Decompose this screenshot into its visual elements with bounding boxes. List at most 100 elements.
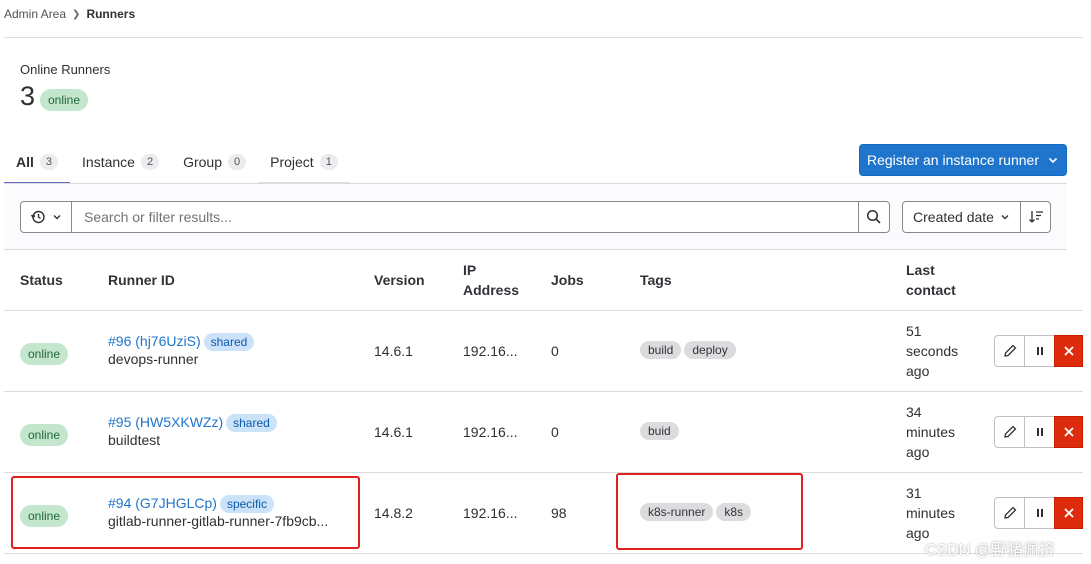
sort-label: Created date (913, 209, 994, 225)
runner-version: 14.6.1 (374, 424, 413, 440)
runner-type-tabs: All 3 Instance 2 Group 0 Project 1 (4, 142, 350, 184)
breadcrumb-runners[interactable]: Runners (86, 7, 135, 21)
breadcrumb-admin-area[interactable]: Admin Area (4, 7, 66, 21)
runner-link[interactable]: #96 (hj76UziS) (108, 333, 201, 349)
runner-jobs: 98 (551, 505, 567, 521)
tab-group[interactable]: Group 0 (171, 142, 258, 184)
pencil-icon (1003, 344, 1016, 357)
runner-description: devops-runner (108, 351, 199, 367)
tab-instance-label: Instance (82, 154, 135, 170)
sort-direction-button[interactable] (1020, 201, 1051, 233)
header-last-contact: Last contact (906, 260, 956, 300)
tag-badge: build (640, 341, 682, 359)
edit-runner-button[interactable] (994, 497, 1025, 529)
last-contact: 31 minutes ago (906, 483, 976, 543)
tab-group-count: 0 (228, 154, 247, 170)
delete-runner-button[interactable] (1054, 335, 1083, 367)
close-icon (1063, 346, 1074, 356)
header-ip-line2: Address (463, 282, 520, 298)
last-contact-unit: minutes (906, 424, 956, 440)
pencil-icon (1003, 506, 1016, 519)
delete-runner-button[interactable] (1054, 497, 1083, 529)
pause-runner-button[interactable] (1024, 416, 1055, 448)
search-input[interactable] (71, 201, 859, 233)
header-contact-line1: Last (906, 262, 935, 278)
header-version: Version (374, 272, 425, 288)
edit-runner-button[interactable] (994, 416, 1025, 448)
delete-runner-button[interactable] (1054, 416, 1083, 448)
last-contact: 51 seconds ago (906, 321, 976, 381)
pause-runner-button[interactable] (1024, 497, 1055, 529)
row-divider (4, 472, 1083, 473)
runner-tags: build deploy (640, 341, 739, 359)
last-contact-value: 51 (906, 323, 922, 339)
tab-group-label: Group (183, 154, 222, 170)
chevron-down-icon (1001, 215, 1009, 220)
sort-descending-icon (1028, 211, 1043, 223)
divider (4, 37, 1083, 38)
last-contact-value: 34 (906, 404, 922, 420)
recent-searches-dropdown[interactable] (20, 201, 72, 233)
runner-version: 14.6.1 (374, 343, 413, 359)
runner-tags: buid (640, 422, 682, 440)
runner-version: 14.8.2 (374, 505, 413, 521)
header-contact-line2: contact (906, 282, 956, 298)
tab-instance-count: 2 (140, 154, 160, 170)
register-button-label: Register an instance runner (867, 152, 1039, 168)
last-contact-suffix: ago (906, 363, 930, 379)
runner-ip: 192.16... (463, 505, 518, 521)
tab-all[interactable]: All 3 (4, 142, 71, 184)
runner-description: buildtest (108, 432, 161, 448)
header-status: Status (20, 272, 63, 288)
chevron-right-icon: ❯ (72, 8, 81, 20)
chevron-down-icon (1048, 157, 1058, 164)
runner-type-badge: shared (203, 333, 255, 351)
row-actions (994, 335, 1083, 367)
runner-id-cell: #96 (hj76UziS) shared (108, 331, 255, 352)
sort-dropdown[interactable]: Created date (902, 201, 1021, 233)
last-contact-unit: minutes (906, 505, 956, 521)
close-icon (1063, 508, 1074, 518)
tab-instance[interactable]: Instance 2 (70, 142, 171, 184)
status-badge: online (20, 424, 69, 446)
search-button[interactable] (858, 201, 890, 233)
tab-project[interactable]: Project 1 (258, 142, 350, 184)
header-ip-line1: IP (463, 262, 477, 278)
tab-all-count: 3 (39, 154, 59, 170)
highlight-box-tags (616, 473, 803, 550)
online-runners-count: 3 (20, 81, 36, 111)
header-ip-address: IP Address (463, 260, 519, 300)
header-tags: Tags (640, 272, 672, 288)
search-icon (866, 209, 881, 224)
edit-runner-button[interactable] (994, 335, 1025, 367)
pause-runner-button[interactable] (1024, 335, 1055, 367)
close-icon (1063, 427, 1074, 437)
online-status-badge: online (40, 89, 89, 111)
breadcrumb: Admin Area ❯ Runners (4, 7, 135, 21)
tab-project-label: Project (270, 154, 314, 170)
pause-icon (1036, 509, 1043, 517)
tab-all-label: All (16, 154, 34, 170)
header-runner-id: Runner ID (108, 272, 175, 288)
runner-type-badge: shared (226, 414, 277, 432)
runner-id-cell: #95 (HW5XKWZz) shared (108, 412, 277, 433)
register-instance-runner-button[interactable]: Register an instance runner (859, 144, 1067, 176)
row-divider (4, 391, 1083, 392)
pause-icon (1036, 428, 1043, 436)
last-contact-value: 31 (906, 485, 922, 501)
last-contact-suffix: ago (906, 444, 930, 460)
row-actions (994, 497, 1083, 529)
runner-ip: 192.16... (463, 343, 518, 359)
last-contact: 34 minutes ago (906, 402, 976, 462)
chevron-down-icon (53, 215, 61, 220)
row-divider (4, 553, 1083, 554)
watermark: CSDN @野猪佩挤 (925, 542, 1056, 559)
pencil-icon (1003, 425, 1016, 438)
last-contact-unit: seconds (906, 343, 959, 359)
runner-link[interactable]: #95 (HW5XKWZz) (108, 414, 223, 430)
status-badge: online (20, 343, 69, 365)
history-icon (30, 210, 45, 224)
tag-badge: deploy (684, 341, 736, 359)
runner-jobs: 0 (551, 424, 559, 440)
runner-ip: 192.16... (463, 424, 518, 440)
